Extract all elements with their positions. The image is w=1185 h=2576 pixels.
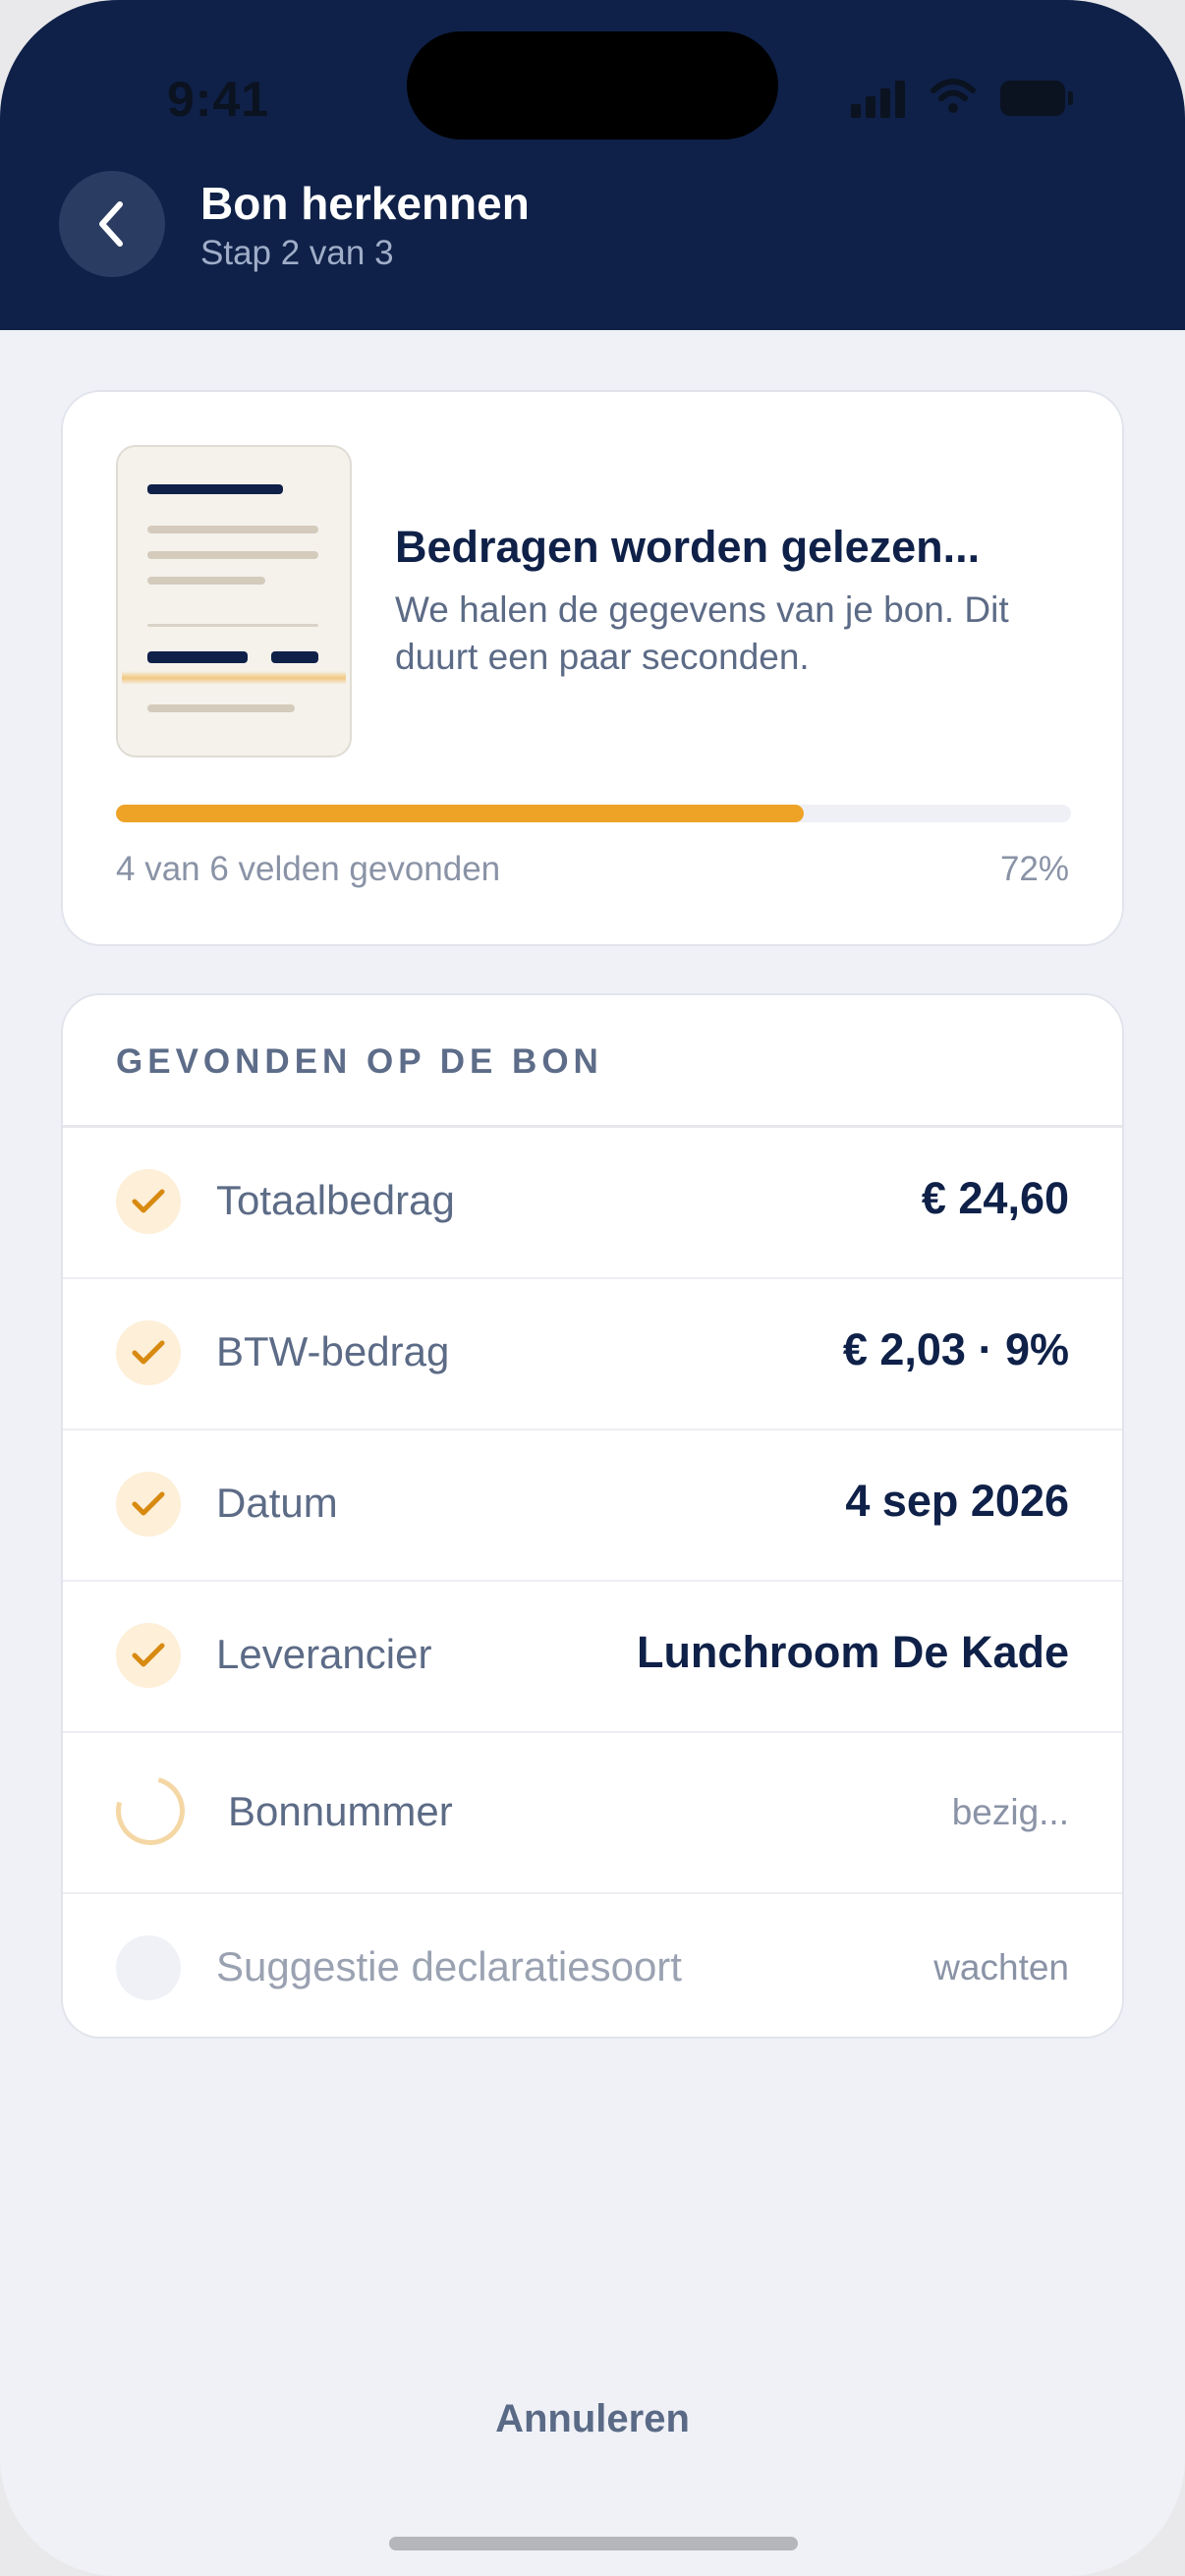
field-value: 4 sep 2026 <box>845 1476 1069 1526</box>
field-label: Suggestie declaratiesoort <box>216 1943 682 1989</box>
check-icon <box>116 1623 181 1688</box>
header-bar: 9:41 Bon herkennen Stap 2 van 3 <box>0 0 1185 330</box>
field-value: Lunchroom De Kade <box>636 1627 1069 1677</box>
chevron-left-icon <box>99 201 123 247</box>
field-row-bonnummer: Bonnummer bezig... <box>63 1733 1122 1894</box>
loading-spinner-icon <box>103 1764 198 1858</box>
progress-heading: Bedragen worden gelezen... <box>395 522 981 572</box>
cellular-signal-icon <box>851 81 906 118</box>
field-value: € 2,03 · 9% <box>842 1324 1069 1374</box>
field-value: € 24,60 <box>921 1173 1069 1223</box>
check-icon <box>116 1472 181 1537</box>
phone-screen: 9:41 Bon herkennen Stap 2 van 3 Bedragen… <box>0 0 1185 2576</box>
home-indicator <box>389 2537 798 2550</box>
receipt-illustration-icon <box>116 445 352 757</box>
step-indicator: Stap 2 van 3 <box>200 234 394 272</box>
fields-found-text: 4 van 6 velden gevonden <box>116 850 501 888</box>
field-label: Bonnummer <box>228 1788 453 1834</box>
wifi-icon <box>931 79 976 113</box>
section-title: GEVONDEN OP DE BON <box>116 1042 603 1081</box>
field-row-leverancier: Leverancier Lunchroom De Kade <box>63 1582 1122 1733</box>
progress-percent: 72% <box>999 850 1069 888</box>
field-row-suggestie: Suggestie declaratiesoort wachten <box>63 1894 1122 2037</box>
page-title: Bon herkennen <box>200 178 530 229</box>
field-status: wachten <box>933 1947 1069 1988</box>
progress-card: Bedragen worden gelezen... We halen de g… <box>61 390 1124 946</box>
field-label: BTW-bedrag <box>216 1328 450 1374</box>
cancel-button[interactable]: Annuleren <box>0 2397 1185 2441</box>
progress-description: We halen de gegevens van je bon. Dit duu… <box>395 589 1009 677</box>
status-time: 9:41 <box>167 72 270 127</box>
field-status: bezig... <box>951 1792 1069 1832</box>
field-label: Datum <box>216 1480 338 1526</box>
battery-icon <box>1000 81 1073 116</box>
progress-bar-fill <box>116 805 804 822</box>
field-row-btw-bedrag: BTW-bedrag € 2,03 · 9% <box>63 1279 1122 1430</box>
check-icon <box>116 1169 181 1234</box>
progress-bar <box>116 805 1071 822</box>
field-row-datum: Datum 4 sep 2026 <box>63 1430 1122 1582</box>
back-button[interactable] <box>59 171 165 277</box>
field-label: Totaalbedrag <box>216 1177 455 1223</box>
pending-dot-icon <box>116 1935 181 2000</box>
dynamic-island <box>407 31 778 140</box>
field-list: Totaalbedrag € 24,60 BTW-bedrag € 2,03 ·… <box>63 1128 1122 2037</box>
field-label: Leverancier <box>216 1631 432 1677</box>
check-icon <box>116 1320 181 1385</box>
found-fields-card: GEVONDEN OP DE BON Totaalbedrag € 24,60 … <box>61 993 1124 2039</box>
field-row-totaalbedrag: Totaalbedrag € 24,60 <box>63 1128 1122 1279</box>
